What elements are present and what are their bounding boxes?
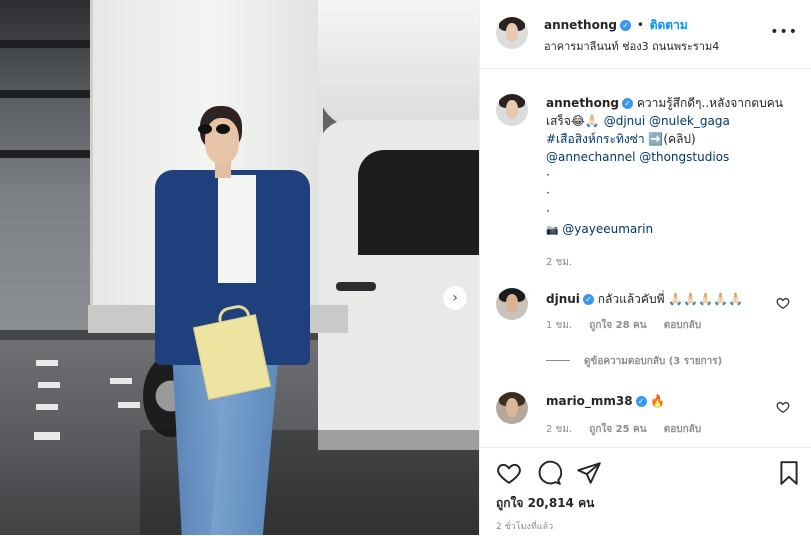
verified-badge-icon: ✓ [635, 396, 647, 407]
avatar[interactable] [496, 17, 528, 49]
comment-likes[interactable]: ถูกใจ 25 คน [589, 424, 646, 435]
caption-clip-note: ➡️(คลิป) [648, 132, 696, 146]
heart-icon[interactable] [776, 400, 790, 414]
camera-icon: 📷 [546, 225, 559, 236]
post-timestamp: 2 ชั่วโมงที่แล้ว [496, 522, 554, 532]
post-photo[interactable]: › [0, 0, 479, 535]
road-marking [110, 378, 132, 384]
avatar[interactable] [496, 288, 528, 320]
truck-window [358, 150, 479, 255]
heart-icon[interactable] [776, 296, 790, 310]
comment-likes[interactable]: ถูกใจ 28 คน [589, 320, 646, 331]
comment-time: 2 ชม. [546, 424, 573, 435]
verified-badge-icon: ✓ [582, 294, 594, 305]
comment-meta: 1 ชม. ถูกใจ 28 คน ตอบกลับ [546, 318, 715, 333]
like-heart-icon[interactable] [496, 460, 522, 486]
reply-button[interactable]: ตอบกลับ [664, 424, 701, 435]
comment-body: 🔥 [650, 394, 666, 408]
caption-text: annethong ✓ ความรู้สึกดีๆ..หลังจากตบคนเสร… [546, 94, 798, 272]
header-username[interactable]: annethong [544, 18, 617, 32]
sunglasses [196, 124, 236, 134]
caption-dot: · [546, 204, 550, 218]
like-count[interactable]: ถูกใจ 20,814 คน [496, 494, 594, 513]
view-replies-label: ดูข้อความตอบกลับ (3 รายการ) [584, 356, 723, 367]
verified-badge-icon: ✓ [619, 20, 631, 31]
location-link[interactable]: อาคารมาลีนนท์ ช่อง3 ถนนพระราม4 [544, 37, 719, 55]
post-header: annethong ✓ • ติดตาม อาคารมาลีนนท์ ช่อง3 … [480, 0, 811, 69]
comment-username[interactable]: djnui [546, 292, 580, 306]
comment-text: mario_mm38 ✓ 🔥 [546, 394, 665, 408]
share-send-icon[interactable] [576, 460, 602, 486]
follow-button[interactable]: ติดตาม [650, 18, 688, 32]
header-user-line: annethong ✓ • ติดตาม [544, 16, 688, 35]
comment-bubble-icon[interactable] [536, 460, 562, 486]
post-sidebar: annethong ✓ • ติดตาม อาคารมาลีนนท์ ช่อง3 … [479, 0, 811, 536]
avatar[interactable] [496, 392, 528, 424]
instagram-post-modal: › annethong ✓ • ติดตาม อาคารมาลีนนท์ ช่อง… [0, 0, 811, 536]
replies-divider [546, 360, 570, 361]
avatar[interactable] [496, 94, 528, 126]
caption-dot: · [546, 168, 550, 182]
road-marking [38, 382, 60, 388]
caption-dot: · [546, 186, 550, 200]
hashtag-link[interactable]: #เสือสิงห์กระทิงซ่า [546, 132, 645, 146]
chevron-right-icon: › [452, 290, 458, 306]
verified-badge-icon: ✓ [621, 98, 633, 109]
comment-meta: 2 ชม. ถูกใจ 25 คน ตอบกลับ [546, 422, 715, 437]
next-photo-button[interactable]: › [443, 286, 467, 310]
separator-dot: • [636, 18, 644, 32]
truck-cab-roof [318, 0, 479, 128]
person-shirt [218, 175, 256, 283]
mention-link[interactable]: @thongstudios [639, 150, 729, 164]
post-actions: ถูกใจ 20,814 คน 2 ชั่วโมงที่แล้ว [480, 447, 811, 536]
bookmark-icon[interactable] [776, 460, 802, 486]
view-replies-button[interactable]: ดูข้อความตอบกลับ (3 รายการ) [546, 354, 722, 369]
mention-link[interactable]: @annechannel [546, 150, 635, 164]
truck-door-handle [336, 282, 376, 291]
road-marking [118, 402, 140, 408]
road-marking [36, 404, 58, 410]
mention-link[interactable]: @djnui [604, 114, 646, 128]
caption-username[interactable]: annethong [546, 96, 619, 110]
mention-link[interactable]: @nulek_gaga [649, 114, 730, 128]
road-marking [34, 432, 60, 440]
comment-body: กลัวแล้วคับพี่ 🙏🏻🙏🏻🙏🏻🙏🏻🙏🏻 [597, 292, 743, 306]
more-options-icon[interactable]: ••• [770, 24, 798, 40]
comment-time: 1 ชม. [546, 320, 573, 331]
photo-credit-link[interactable]: @yayeeumarin [562, 222, 653, 236]
road-marking [36, 360, 58, 366]
reply-button[interactable]: ตอบกลับ [664, 320, 701, 331]
comment-username[interactable]: mario_mm38 [546, 394, 633, 408]
caption-time: 2 ชม. [546, 257, 573, 268]
comment-text: djnui ✓ กลัวแล้วคับพี่ 🙏🏻🙏🏻🙏🏻🙏🏻🙏🏻 [546, 290, 743, 309]
